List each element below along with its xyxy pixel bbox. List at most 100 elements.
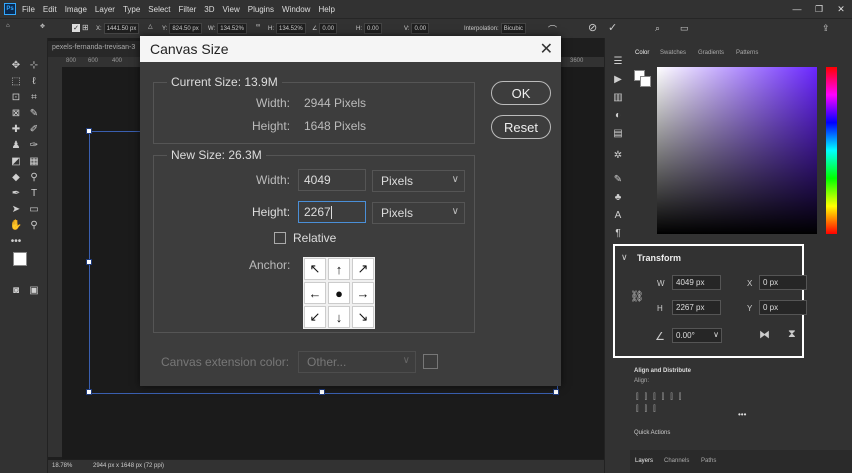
menu-window[interactable]: Window (282, 5, 310, 14)
dialog-titlebar[interactable]: Canvas Size ✕ (140, 36, 561, 62)
tab-patterns[interactable]: Patterns (736, 50, 758, 56)
anchor-left-icon[interactable]: ← (304, 282, 326, 304)
actions-panel-icon[interactable]: ▶ (611, 72, 625, 86)
x-field[interactable]: 1441.50 px (103, 23, 140, 34)
transform-handle[interactable] (86, 259, 92, 265)
reference-grid-icon[interactable]: ⊞ (82, 23, 89, 32)
brush-settings-icon[interactable]: ✎ (611, 172, 625, 186)
color-picker-field[interactable] (657, 67, 817, 234)
align-buttons[interactable]: ⫿⫿⫿⫿⫿⫿ (636, 392, 687, 402)
collapse-transform-icon[interactable]: ∨ (621, 252, 628, 263)
flip-horizontal-icon[interactable]: ⧓ (759, 328, 770, 341)
menu-file[interactable]: File (22, 5, 35, 14)
restore-icon[interactable]: ❐ (808, 4, 830, 15)
ok-button[interactable]: OK (491, 81, 551, 105)
interpolation-select[interactable]: Bicubic (500, 23, 527, 34)
distribute-buttons[interactable]: ⫿⫿⫿ (636, 404, 662, 414)
adjustments-panel-icon[interactable]: ◐ (611, 108, 625, 122)
anchor-grid[interactable]: ↖ ↑ ↗ ← ● → ↙ ↓ ↘ (303, 257, 375, 329)
h-percent-field[interactable]: 134.52% (276, 23, 306, 34)
clone-source-icon[interactable]: ♣ (611, 190, 625, 204)
menu-image[interactable]: Image (65, 5, 87, 14)
hskew-field[interactable]: 0.00 (364, 23, 382, 34)
close-window-icon[interactable]: ✕ (830, 4, 852, 15)
paragraph-icon[interactable]: ¶ (611, 226, 625, 240)
anchor-bottom-right-icon[interactable]: ↘ (352, 306, 374, 328)
workspace-icon[interactable]: ▭ (680, 23, 689, 34)
navigator-icon[interactable]: ✲ (611, 148, 625, 162)
character-icon[interactable]: A (611, 208, 625, 222)
quick-actions-title[interactable]: Quick Actions (634, 430, 670, 436)
anchor-top-icon[interactable]: ↑ (328, 258, 350, 280)
height-unit-select[interactable]: Pixels ∨ (372, 202, 465, 224)
crop-tool-icon[interactable]: ⌗ (27, 90, 41, 104)
brush-tool-icon[interactable]: ✐ (27, 122, 41, 136)
tab-gradients[interactable]: Gradients (698, 50, 724, 56)
width-unit-select[interactable]: Pixels ∨ (372, 170, 465, 192)
commit-transform-icon[interactable]: ✓ (608, 21, 617, 34)
history-brush-icon[interactable]: ✑ (27, 138, 41, 152)
transform-handle[interactable] (319, 389, 325, 395)
hue-slider[interactable] (826, 67, 837, 234)
lasso-tool-icon[interactable]: ℓ (27, 74, 41, 88)
quick-mask-icon[interactable]: ◙ (9, 283, 23, 297)
panel-background-swatch[interactable] (640, 76, 651, 87)
height-input[interactable]: 2267 (298, 201, 366, 223)
healing-tool-icon[interactable]: ✚ (9, 122, 23, 136)
menu-filter[interactable]: Filter (179, 5, 197, 14)
anchor-right-icon[interactable]: → (352, 282, 374, 304)
link-wh-icon[interactable]: ∞ (256, 23, 260, 29)
stamp-tool-icon[interactable]: ♟ (9, 138, 23, 152)
hand-tool-icon[interactable]: ✋ (9, 218, 23, 232)
tab-swatches[interactable]: Swatches (660, 50, 686, 56)
path-select-icon[interactable]: ➤ (9, 202, 23, 216)
type-tool-icon[interactable]: T (27, 186, 41, 200)
zoom-tool-icon[interactable]: ⚲ (27, 218, 41, 232)
zoom-level[interactable]: 18.78% (52, 463, 72, 469)
gradient-tool-icon[interactable]: ▦ (27, 154, 41, 168)
tab-color[interactable]: Color (635, 50, 649, 56)
menu-layer[interactable]: Layer (95, 5, 115, 14)
eraser-tool-icon[interactable]: ◩ (9, 154, 23, 168)
transform-h-field[interactable]: 2267 px (672, 300, 721, 315)
link-xy-icon[interactable]: △ (148, 23, 153, 30)
menu-3d[interactable]: 3D (204, 5, 214, 14)
marquee-tool-icon[interactable]: ⬚ (9, 74, 23, 88)
document-tab[interactable]: pexels-fernanda-trevisan-3 (48, 41, 148, 57)
menu-plugins[interactable]: Plugins (248, 5, 274, 14)
extension-color-swatch[interactable] (423, 354, 438, 369)
menu-select[interactable]: Select (148, 5, 170, 14)
menu-edit[interactable]: Edit (43, 5, 57, 14)
more-tools-icon[interactable]: ••• (9, 234, 23, 248)
warp-icon[interactable]: ⌒ (548, 23, 557, 36)
home-icon[interactable]: ⌂ (6, 23, 10, 29)
frame-tool-icon[interactable]: ⊠ (9, 106, 23, 120)
transform-angle-field[interactable]: 0.00° ∨ (672, 328, 722, 343)
transform-handle[interactable] (86, 389, 92, 395)
foreground-color-swatch[interactable] (13, 252, 27, 266)
menu-type[interactable]: Type (123, 5, 140, 14)
transform-handle[interactable] (86, 128, 92, 134)
reset-button[interactable]: Reset (491, 115, 551, 139)
libraries-panel-icon[interactable]: ▥ (611, 90, 625, 104)
transform-handle[interactable] (553, 389, 559, 395)
y-field[interactable]: 824.50 px (169, 23, 202, 34)
width-input[interactable]: 4049 (298, 169, 366, 191)
eyedropper-tool-icon[interactable]: ✎ (27, 106, 41, 120)
anchor-top-left-icon[interactable]: ↖ (304, 258, 326, 280)
anchor-bottom-left-icon[interactable]: ↙ (304, 306, 326, 328)
history-panel-icon[interactable]: ☰ (611, 54, 625, 68)
object-select-icon[interactable]: ⊡ (9, 90, 23, 104)
minimize-icon[interactable]: — (786, 4, 808, 14)
angle-field[interactable]: 0.00 (319, 23, 338, 34)
reference-point-checkbox[interactable]: ✓ (72, 23, 80, 32)
artboard-tool-icon[interactable]: ⊹ (27, 58, 41, 72)
blur-tool-icon[interactable]: ◆ (9, 170, 23, 184)
tab-channels[interactable]: Channels (664, 458, 689, 464)
relative-checkbox[interactable] (274, 232, 286, 244)
menu-help[interactable]: Help (318, 5, 334, 14)
anchor-top-right-icon[interactable]: ↗ (352, 258, 374, 280)
doc-info[interactable]: 2944 px x 1648 px (72 ppi) (93, 463, 164, 469)
close-icon[interactable]: ✕ (540, 39, 553, 59)
more-options-icon[interactable]: ••• (738, 410, 746, 419)
